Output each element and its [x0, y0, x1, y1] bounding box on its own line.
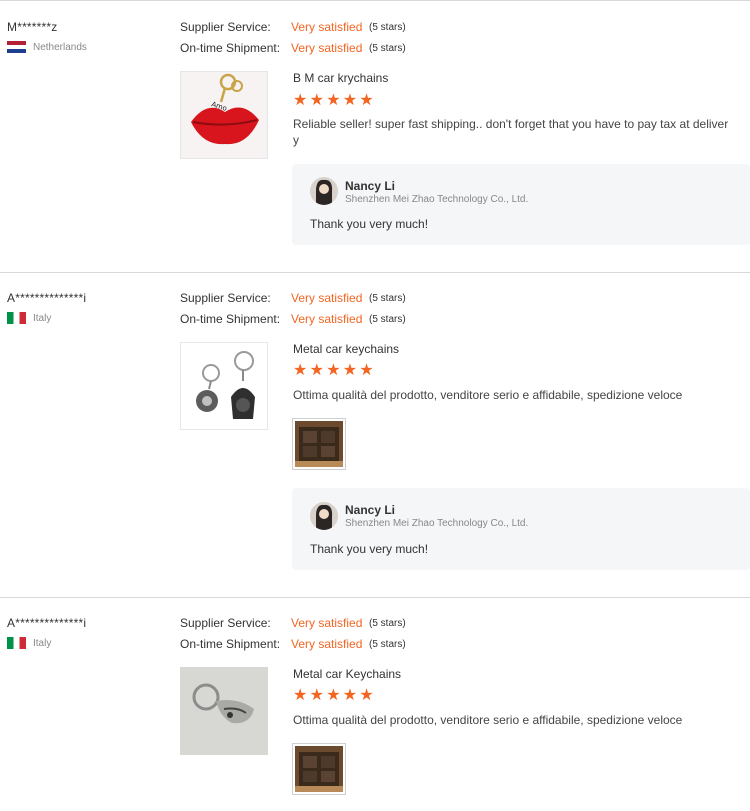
star-icon: ★ [309, 362, 324, 379]
star-icon: ★ [359, 687, 374, 704]
shipment-value: Very satisfied [291, 41, 363, 55]
review-photo[interactable] [292, 418, 346, 470]
buyer-country: Italy [7, 312, 51, 324]
reply-text: Thank you very much! [310, 217, 429, 231]
rating-stars: ★ ★ ★ ★ ★ [293, 362, 376, 379]
star-icon: ★ [326, 92, 341, 109]
avatar [310, 502, 338, 530]
shipment-value: Very satisfied [291, 312, 363, 326]
star-icon: ★ [342, 362, 358, 379]
metal-keychain-image [180, 667, 268, 755]
review-comment: Ottima qualità del prodotto, venditore s… [293, 713, 683, 727]
rating-stars: ★ ★ ★ ★ ★ [293, 92, 376, 109]
netherlands-flag-icon [7, 41, 26, 53]
supplier-service-stars: (5 stars) [369, 22, 406, 33]
star-icon: ★ [293, 92, 308, 109]
star-icon: ★ [326, 362, 341, 379]
buyer-country: Italy [7, 637, 51, 649]
shipment-stars: (5 stars) [369, 43, 406, 54]
turbo-keychain-image [181, 343, 267, 429]
product-title[interactable]: B M car krychains [293, 71, 388, 85]
review-item-1: M*******z Netherlands Supplier Service: … [0, 0, 750, 272]
shipment-value: Very satisfied [291, 637, 363, 651]
product-thumbnail[interactable] [180, 342, 268, 430]
star-icon: ★ [293, 362, 308, 379]
reply-author-name: Nancy Li [345, 179, 396, 193]
reply-text: Thank you very much! [310, 542, 429, 556]
supplier-service-stars: (5 stars) [369, 618, 406, 629]
country-name: Italy [33, 637, 52, 649]
rating-stars: ★ ★ ★ ★ ★ [293, 687, 376, 704]
reply-author-name: Nancy Li [345, 503, 396, 517]
lips-keychain-image: Amo [181, 72, 267, 158]
seller-reply: Nancy Li Shenzhen Mei Zhao Technology Co… [292, 488, 750, 570]
shipment-stars: (5 stars) [369, 314, 406, 325]
star-icon: ★ [293, 687, 308, 704]
review-comment: Reliable seller! super fast shipping.. d… [293, 117, 729, 147]
star-icon: ★ [359, 92, 374, 109]
supplier-service-value: Very satisfied [291, 291, 363, 305]
review-item-2: A**************i Italy Supplier Service:… [0, 273, 750, 597]
star-icon: ★ [309, 92, 324, 109]
shipment-stars: (5 stars) [369, 639, 406, 650]
star-icon: ★ [342, 92, 358, 109]
review-photo-image [295, 746, 343, 792]
supplier-service-value: Very satisfied [291, 20, 363, 34]
star-icon: ★ [309, 687, 324, 704]
product-thumbnail[interactable] [180, 667, 268, 755]
product-title[interactable]: Metal car keychains [293, 342, 399, 356]
supplier-service-value: Very satisfied [291, 616, 363, 630]
supplier-service-label: Supplier Service: [180, 616, 271, 630]
review-photo-image [295, 421, 343, 467]
italy-flag-icon [7, 312, 26, 324]
reply-company: Shenzhen Mei Zhao Technology Co., Ltd. [345, 518, 529, 529]
review-photo[interactable] [292, 743, 346, 795]
supplier-service-label: Supplier Service: [180, 20, 271, 34]
review-comment: Ottima qualità del prodotto, venditore s… [293, 388, 683, 402]
shipment-label: On-time Shipment: [180, 312, 281, 326]
star-icon: ★ [359, 362, 374, 379]
avatar [310, 177, 338, 205]
buyer-country: Netherlands [7, 41, 87, 53]
star-icon: ★ [326, 687, 341, 704]
country-name: Italy [33, 312, 52, 324]
country-name: Netherlands [33, 41, 87, 53]
buyer-name: M*******z [7, 20, 58, 34]
italy-flag-icon [7, 637, 26, 649]
shipment-label: On-time Shipment: [180, 41, 281, 55]
product-title[interactable]: Metal car Keychains [293, 667, 401, 681]
shipment-label: On-time Shipment: [180, 637, 281, 651]
seller-reply: Nancy Li Shenzhen Mei Zhao Technology Co… [292, 164, 750, 245]
buyer-name: A**************i [7, 616, 87, 630]
reply-company: Shenzhen Mei Zhao Technology Co., Ltd. [345, 194, 529, 205]
star-icon: ★ [342, 687, 358, 704]
buyer-name: A**************i [7, 291, 87, 305]
supplier-service-stars: (5 stars) [369, 293, 406, 304]
review-item-3: A**************i Italy Supplier Service:… [0, 598, 750, 811]
product-thumbnail[interactable]: Amo [180, 71, 268, 159]
supplier-service-label: Supplier Service: [180, 291, 271, 305]
